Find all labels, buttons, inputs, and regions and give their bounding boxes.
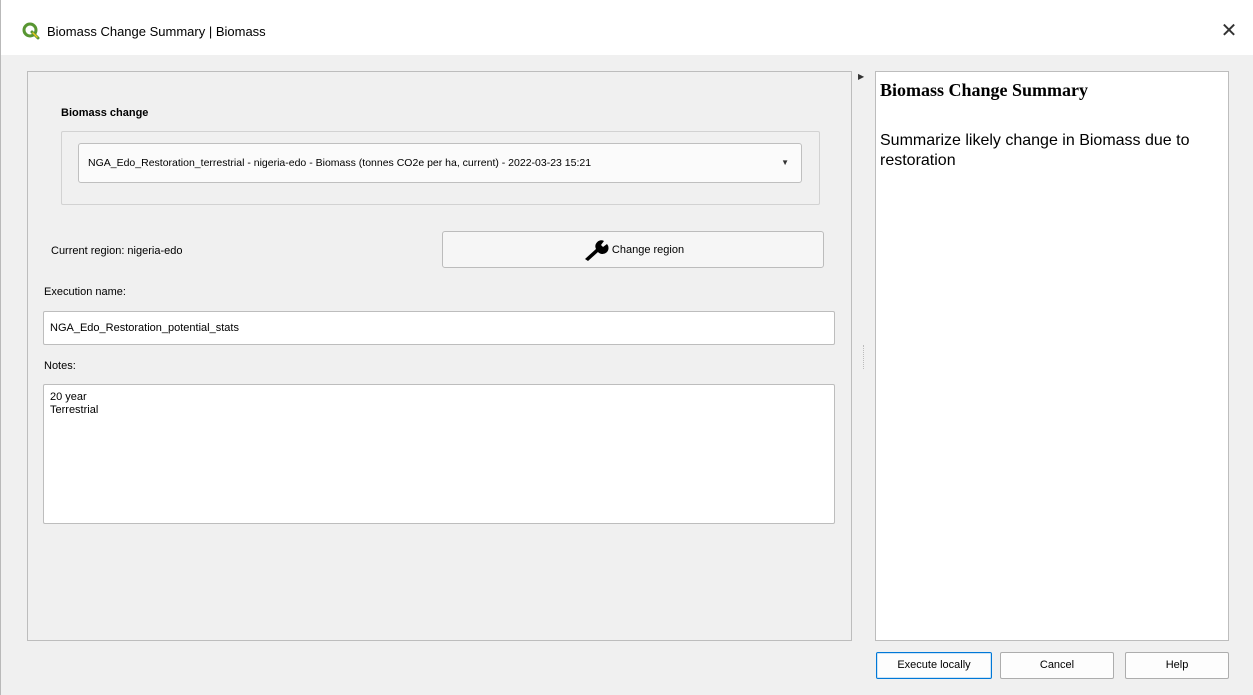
wrench-icon: [584, 239, 609, 261]
change-region-button[interactable]: Change region: [442, 231, 824, 268]
notes-label: Notes:: [44, 360, 76, 372]
biomass-change-label: Biomass change: [61, 107, 149, 119]
execution-name-input[interactable]: NGA_Edo_Restoration_potential_stats: [43, 311, 835, 345]
qgis-icon: [22, 22, 40, 40]
change-region-label: Change region: [611, 243, 685, 256]
title-bar: Biomass Change Summary | Biomass ✕: [1, 0, 1253, 55]
biomass-change-combo[interactable]: NGA_Edo_Restoration_terrestrial - nigeri…: [78, 143, 802, 183]
current-region-label: Current region: nigeria-edo: [51, 245, 183, 257]
chevron-down-icon: ▼: [781, 158, 789, 167]
cancel-button[interactable]: Cancel: [1000, 652, 1114, 679]
dialog-window: Biomass Change Summary | Biomass ✕ Bioma…: [0, 0, 1253, 695]
combo-value: NGA_Edo_Restoration_terrestrial - nigeri…: [88, 157, 592, 169]
expand-arrow-icon[interactable]: ▶: [858, 72, 864, 81]
splitter-handle[interactable]: [863, 345, 866, 369]
notes-textarea[interactable]: 20 year Terrestrial: [43, 384, 835, 524]
help-text: Summarize likely change in Biomass due t…: [880, 132, 1190, 169]
execution-name-label: Execution name:: [44, 286, 126, 298]
help-button[interactable]: Help: [1125, 652, 1229, 679]
help-title: Biomass Change Summary: [880, 80, 1089, 100]
execute-locally-button[interactable]: Execute locally: [876, 652, 992, 679]
close-icon[interactable]: ✕: [1214, 16, 1244, 46]
window-title: Biomass Change Summary | Biomass: [47, 24, 266, 39]
